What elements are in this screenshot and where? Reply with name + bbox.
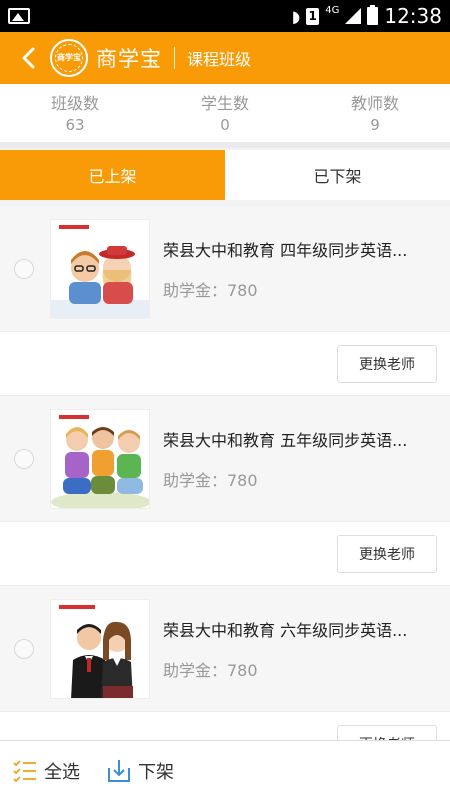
logo-text: 商学宝 bbox=[57, 53, 81, 62]
course-info: 荣县大中和教育 六年级同步英语... 助学金：780 bbox=[163, 617, 450, 681]
course-title: 荣县大中和教育 六年级同步英语... bbox=[163, 620, 408, 640]
change-teacher-button[interactable]: 更换老师 bbox=[337, 344, 437, 383]
course-actions: 更换老师 bbox=[0, 332, 450, 396]
page-title: 课程班级 bbox=[187, 50, 252, 69]
select-all-label: 全选 bbox=[44, 761, 80, 783]
course-grant: 助学金：780 bbox=[163, 470, 258, 490]
stat-label: 教师数 bbox=[350, 94, 399, 113]
select-radio[interactable] bbox=[14, 448, 34, 469]
tab-off-shelf[interactable]: 已下架 bbox=[225, 150, 450, 200]
course-title: 荣县大中和教育 四年级同步英语... bbox=[163, 240, 408, 260]
select-radio[interactable] bbox=[14, 258, 34, 279]
stat-value: 0 bbox=[220, 116, 230, 134]
course-grant: 助学金：780 bbox=[163, 280, 258, 300]
sim-badge: 1 bbox=[306, 7, 320, 25]
wifi-icon: ◗ bbox=[291, 6, 301, 26]
clock: 12:38 bbox=[384, 4, 442, 28]
course-actions: 更换老师 bbox=[0, 712, 450, 740]
students-image bbox=[51, 599, 149, 698]
stat-value: 63 bbox=[65, 116, 85, 134]
tab-on-shelf[interactable]: 已上架 bbox=[0, 150, 225, 200]
stat-label: 班级数 bbox=[50, 94, 99, 113]
bottom-action-bar: 全选 下架 bbox=[0, 740, 450, 800]
stat-label: 学生数 bbox=[200, 94, 249, 113]
battery-icon bbox=[367, 5, 379, 25]
list-item: 荣县大中和教育 六年级同步英语... 助学金：780 更换老师 bbox=[0, 586, 450, 740]
stat-teachers: 教师数 9 bbox=[300, 84, 450, 142]
list-item: 荣县大中和教育 五年级同步英语... 助学金：780 更换老师 bbox=[0, 396, 450, 586]
course-title: 荣县大中和教育 五年级同步英语... bbox=[163, 430, 408, 450]
course-thumbnail bbox=[50, 408, 150, 509]
status-bar: ◗ 1 4G 12:38 bbox=[0, 0, 450, 32]
header-divider bbox=[174, 47, 175, 69]
checklist-icon bbox=[13, 759, 36, 782]
course-thumbnail bbox=[50, 598, 150, 699]
course-info: 荣县大中和教育 四年级同步英语... 助学金：780 bbox=[163, 237, 450, 301]
select-all-button[interactable]: 全选 bbox=[12, 758, 80, 784]
unshelve-button[interactable]: 下架 bbox=[106, 758, 174, 784]
change-teacher-button[interactable]: 更换老师 bbox=[337, 724, 437, 740]
course-thumbnail bbox=[50, 218, 150, 319]
stat-value: 9 bbox=[370, 116, 380, 134]
change-teacher-button[interactable]: 更换老师 bbox=[337, 534, 437, 573]
brand-logo-mark: 商学宝 bbox=[55, 44, 83, 72]
brand-name: 商学宝 bbox=[96, 47, 162, 71]
signal-icon bbox=[345, 8, 362, 24]
course-row[interactable]: 荣县大中和教育 四年级同步英语... 助学金：780 bbox=[0, 206, 450, 332]
course-info: 荣县大中和教育 五年级同步英语... 助学金：780 bbox=[163, 427, 450, 491]
app-header: 商学宝 商学宝 课程班级 bbox=[0, 32, 450, 84]
stats-bar: 班级数 63 学生数 0 教师数 9 bbox=[0, 84, 450, 148]
course-grant: 助学金：780 bbox=[163, 660, 258, 680]
course-actions: 更换老师 bbox=[0, 522, 450, 586]
unshelve-label: 下架 bbox=[138, 761, 174, 783]
shelf-tabs: 已上架 已下架 bbox=[0, 150, 450, 200]
stat-classes: 班级数 63 bbox=[0, 84, 150, 142]
network-type: 4G bbox=[325, 4, 340, 16]
kids-image bbox=[51, 219, 149, 318]
download-tray-icon bbox=[108, 759, 130, 782]
brand-logo: 商学宝 bbox=[50, 39, 88, 77]
course-list: 荣县大中和教育 四年级同步英语... 助学金：780 更换老师 荣县大中和教育 … bbox=[0, 206, 450, 740]
list-item: 荣县大中和教育 四年级同步英语... 助学金：780 更换老师 bbox=[0, 206, 450, 396]
kids-image bbox=[51, 409, 149, 508]
image-notification-icon bbox=[8, 8, 30, 24]
select-radio[interactable] bbox=[14, 638, 34, 659]
back-button[interactable] bbox=[14, 38, 44, 78]
course-row[interactable]: 荣县大中和教育 六年级同步英语... 助学金：780 bbox=[0, 586, 450, 712]
stat-students: 学生数 0 bbox=[150, 84, 300, 142]
chevron-left-icon bbox=[22, 47, 35, 69]
course-row[interactable]: 荣县大中和教育 五年级同步英语... 助学金：780 bbox=[0, 396, 450, 522]
